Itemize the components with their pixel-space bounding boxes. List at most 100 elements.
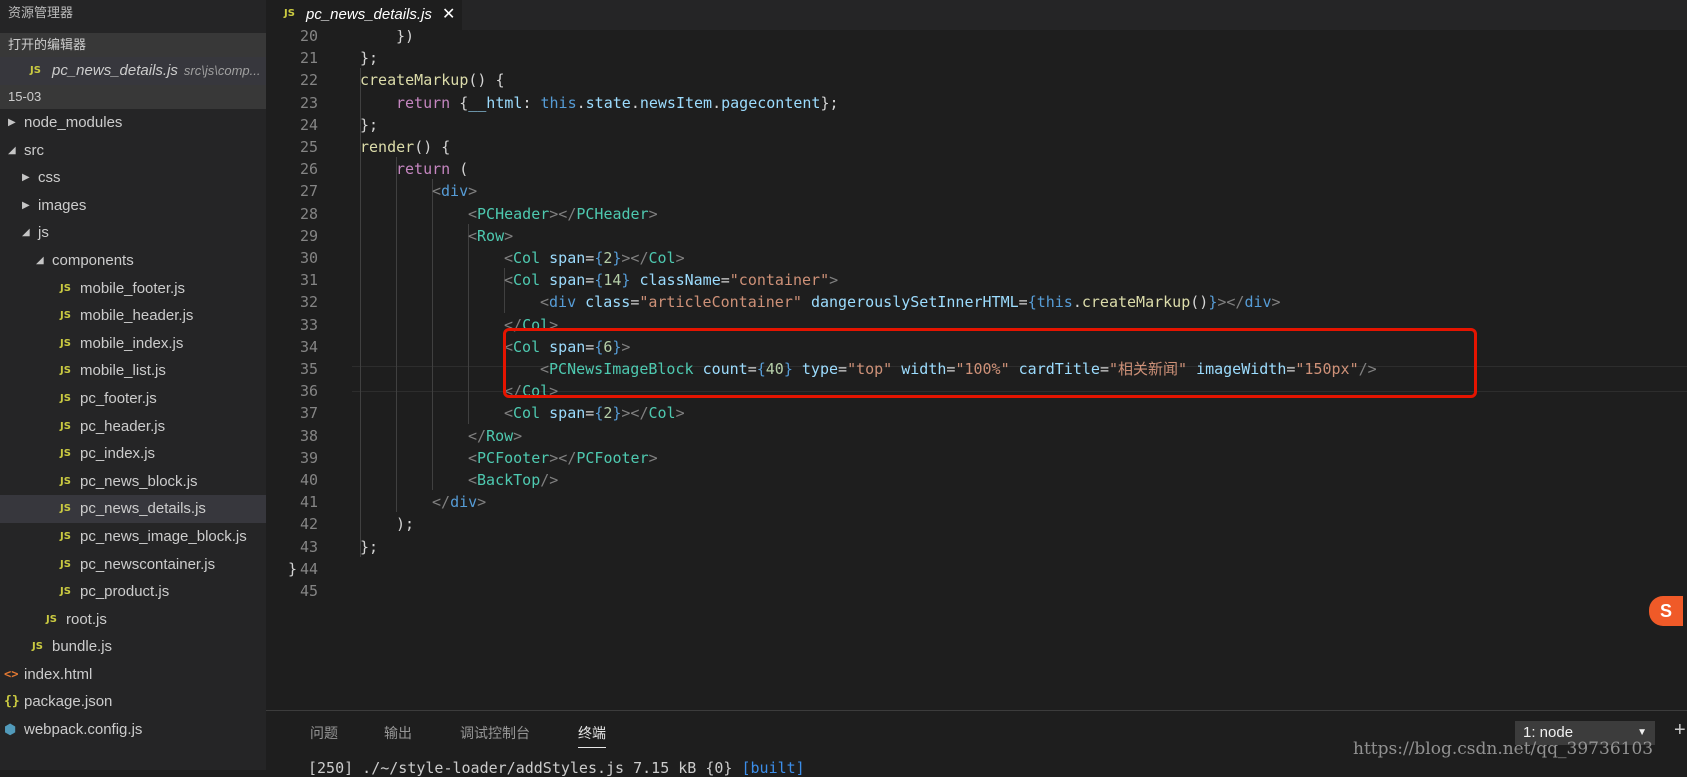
file-pc_index-js[interactable]: JS pc_index.js (0, 440, 266, 468)
line-number: 42 (299, 515, 318, 534)
file-pc_news_image_block-js[interactable]: JS pc_news_image_block.js (0, 523, 266, 551)
add-terminal-icon[interactable]: + (1674, 719, 1686, 742)
js-file-icon: JS (60, 392, 71, 404)
js-file-icon: JS (32, 641, 43, 653)
terminal-built-tag: [built] (741, 759, 805, 777)
js-file-icon: JS (60, 448, 71, 460)
folder-js[interactable]: ◢ js (0, 219, 266, 247)
file-package-json[interactable]: {} package.json (0, 688, 266, 716)
line-number: 32 (299, 293, 318, 312)
tree-item-label: mobile_header.js (80, 307, 194, 325)
chevron-down-icon[interactable]: ◢ (8, 137, 16, 165)
webpack-icon: ⬢ (4, 721, 17, 738)
file-pc_news_details-js[interactable]: JS pc_news_details.js (0, 495, 266, 523)
line-number: 41 (299, 493, 318, 512)
tab-debug-console[interactable]: 调试控制台 (460, 723, 530, 747)
file-pc_footer-js[interactable]: JS pc_footer.js (0, 385, 266, 413)
file-webpack-config-js[interactable]: ⬢ webpack.config.js (0, 716, 266, 744)
file-mobile_list-js[interactable]: JS mobile_list.js (0, 357, 266, 385)
file-mobile_footer-js[interactable]: JS mobile_footer.js (0, 275, 266, 303)
terminal-output-line: [250] ./~/style-loader/addStyles.js 7.15… (308, 759, 805, 777)
file-index-html[interactable]: <> index.html (0, 661, 266, 689)
tree-item-label: mobile_index.js (80, 334, 184, 352)
tab-output[interactable]: 输出 (384, 723, 412, 747)
chevron-right-icon[interactable]: ▶ (22, 192, 30, 220)
code-line: </div> (432, 493, 487, 512)
open-editor-item[interactable]: JS pc_news_details.js src\js\comp... (0, 57, 266, 85)
js-file-icon: JS (30, 65, 41, 76)
code-line: <div> (432, 182, 478, 201)
folder-css[interactable]: ▶ css (0, 164, 266, 192)
code-editor[interactable]: 20 21 22 23 24 25 26 27 28 29 30 31 32 33 34 35 36 37 38 39… (266, 30, 1687, 710)
close-icon[interactable]: ✕ (442, 4, 455, 24)
js-file-icon: JS (60, 365, 71, 377)
bottom-panel: 问题 输出 调试控制台 终端 1: node ▼ + https://blog.… (266, 710, 1687, 777)
js-file-icon: JS (60, 558, 71, 570)
html-file-icon: <> (4, 666, 19, 681)
editor-tab-bar: JS pc_news_details.js ✕ (266, 0, 1687, 30)
folder-images[interactable]: ▶ images (0, 192, 266, 220)
line-number: 34 (299, 337, 318, 356)
file-root-js[interactable]: JS root.js (0, 606, 266, 634)
file-pc_header-js[interactable]: JS pc_header.js (0, 413, 266, 441)
js-file-icon: JS (284, 8, 295, 19)
open-editors-header[interactable]: 打开的编辑器 (0, 33, 266, 57)
code-line: render() { (360, 138, 451, 156)
file-tree: ▶ node_modules ◢ src ▶ css ▶ images ◢ js ◢ componen… (0, 109, 266, 744)
chevron-down-icon[interactable]: ◢ (36, 247, 44, 275)
tree-item-label: pc_newscontainer.js (80, 555, 216, 573)
tree-item-label: images (38, 196, 87, 214)
line-number: 43 (299, 537, 318, 556)
file-bundle-js[interactable]: JS bundle.js (0, 633, 266, 661)
line-number: 22 (299, 71, 318, 90)
tab-terminal[interactable]: 终端 (578, 723, 606, 748)
line-number: 28 (299, 204, 318, 223)
explorer-sidebar: 资源管理器 打开的编辑器 JS pc_news_details.js src\js… (0, 0, 266, 770)
tree-item-label: components (52, 251, 134, 269)
js-file-icon: JS (60, 586, 71, 598)
line-number: 21 (299, 49, 318, 68)
folder-header[interactable]: 15-03 (0, 85, 266, 109)
tree-item-label: webpack.config.js (24, 721, 143, 739)
folder-components[interactable]: ◢ components (0, 247, 266, 275)
file-mobile_header-js[interactable]: JS mobile_header.js (0, 302, 266, 330)
chevron-right-icon[interactable]: ▶ (8, 109, 16, 137)
file-pc_product-js[interactable]: JS pc_product.js (0, 578, 266, 606)
tree-item-label: pc_footer.js (80, 389, 157, 407)
line-number: 35 (299, 360, 318, 378)
code-line: }; (360, 537, 379, 556)
js-file-icon: JS (60, 475, 71, 487)
tree-item-label: pc_news_image_block.js (80, 527, 247, 545)
code-line: <Row> (468, 226, 514, 245)
tree-item-label: pc_header.js (80, 417, 166, 435)
explorer-title: 资源管理器 (8, 5, 74, 20)
file-pc_news_block-js[interactable]: JS pc_news_block.js (0, 468, 266, 496)
folder-node_modules[interactable]: ▶ node_modules (0, 109, 266, 137)
chevron-down-icon[interactable]: ◢ (22, 219, 30, 247)
code-line: } (288, 559, 298, 578)
code-line: }; (360, 115, 379, 134)
folder-src[interactable]: ◢ src (0, 137, 266, 165)
code-line: <PCFooter></PCFooter> (468, 448, 658, 467)
js-file-icon: JS (60, 310, 71, 322)
code-line: }) (396, 30, 415, 45)
tab-problems[interactable]: 问题 (310, 723, 338, 747)
tree-item-label: pc_index.js (80, 445, 156, 463)
ime-sogou-icon[interactable]: S (1649, 596, 1683, 626)
tab-pc-news-details[interactable]: JS pc_news_details.js ✕ (266, 0, 462, 30)
line-number: 26 (299, 160, 318, 179)
js-file-icon: JS (60, 282, 71, 294)
js-file-icon: JS (60, 503, 71, 515)
js-file-icon: JS (60, 337, 71, 349)
line-number: 30 (299, 249, 318, 267)
tree-item-label: pc_product.js (80, 583, 170, 601)
code-line: }; (360, 49, 379, 68)
chevron-right-icon[interactable]: ▶ (22, 164, 30, 192)
file-mobile_index-js[interactable]: JS mobile_index.js (0, 330, 266, 358)
tree-item-label: css (38, 169, 61, 187)
line-number: 27 (299, 182, 318, 201)
file-pc_newscontainer-js[interactable]: JS pc_newscontainer.js (0, 551, 266, 579)
js-file-icon: JS (60, 420, 71, 432)
tree-item-label: index.html (24, 665, 93, 683)
code-line: return ( (396, 160, 469, 179)
